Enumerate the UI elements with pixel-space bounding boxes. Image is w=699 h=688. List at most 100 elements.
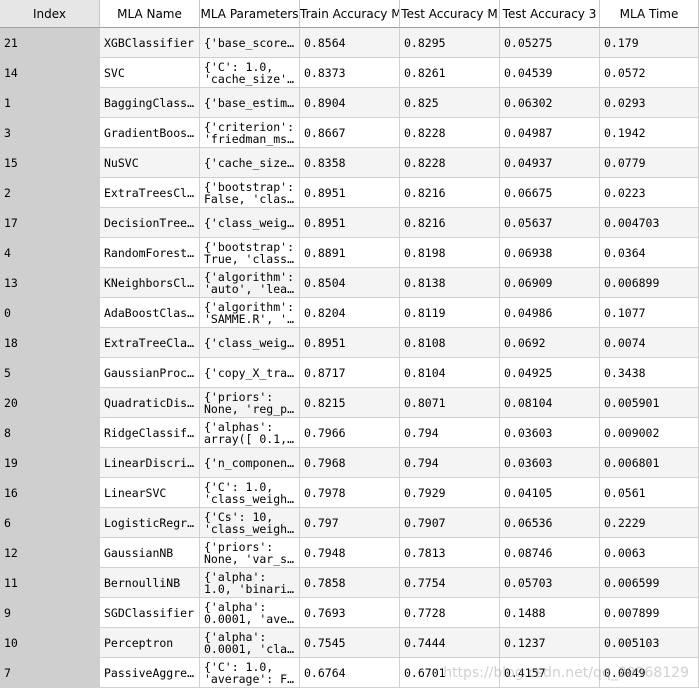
test-accuracy-cell[interactable]: 0.7907 (400, 508, 500, 538)
index-cell[interactable]: 16 (0, 478, 100, 508)
mla-parameters-cell[interactable]: {'C': 1.0,'class_weigh… (200, 478, 300, 508)
train-accuracy-cell[interactable]: 0.8667 (300, 118, 400, 148)
table-row[interactable]: 11 BernoulliNB {'alpha': 1.0, 'binari… 0.785… (0, 568, 699, 598)
table-row[interactable]: 20 QuadraticDis… {'priors': None, 'reg_p… 0.… (0, 388, 699, 418)
test-accuracy-3std-cell[interactable]: 0.4157 (500, 658, 600, 688)
test-accuracy-3std-cell[interactable]: 0.06909 (500, 268, 600, 298)
mla-name-cell[interactable]: AdaBoostClas… (100, 298, 200, 328)
test-accuracy-3std-cell[interactable]: 0.04987 (500, 118, 600, 148)
index-cell[interactable]: 5 (0, 358, 100, 388)
mla-parameters-cell[interactable]: {'criterion':'friedman_ms… (200, 118, 300, 148)
train-accuracy-cell[interactable]: 0.6764 (300, 658, 400, 688)
test-accuracy-3std-cell[interactable]: 0.04539 (500, 58, 600, 88)
mla-time-cell[interactable]: 0.0364 (600, 238, 699, 268)
index-cell[interactable]: 7 (0, 658, 100, 688)
test-accuracy-cell[interactable]: 0.8228 (400, 148, 500, 178)
train-accuracy-cell[interactable]: 0.7858 (300, 568, 400, 598)
mla-parameters-cell[interactable]: {'C': 1.0,'cache_size'… (200, 58, 300, 88)
train-accuracy-cell[interactable]: 0.797 (300, 508, 400, 538)
test-accuracy-cell[interactable]: 0.7929 (400, 478, 500, 508)
test-accuracy-3std-cell[interactable]: 0.04986 (500, 298, 600, 328)
test-accuracy-cell[interactable]: 0.7728 (400, 598, 500, 628)
test-accuracy-cell[interactable]: 0.8138 (400, 268, 500, 298)
train-accuracy-cell[interactable]: 0.7693 (300, 598, 400, 628)
test-accuracy-cell[interactable]: 0.8119 (400, 298, 500, 328)
mla-parameters-cell[interactable]: {'alpha': 0.0001, 'ave… (200, 598, 300, 628)
train-accuracy-cell[interactable]: 0.8358 (300, 148, 400, 178)
test-accuracy-cell[interactable]: 0.8108 (400, 328, 500, 358)
mla-name-cell[interactable]: SGDClassifier (100, 598, 200, 628)
mla-parameters-cell[interactable]: {'alphas': array([ 0.1,… (200, 418, 300, 448)
test-accuracy-3std-cell[interactable]: 0.05275 (500, 28, 600, 58)
test-accuracy-cell[interactable]: 0.8295 (400, 28, 500, 58)
mla-time-cell[interactable]: 0.006801 (600, 448, 699, 478)
train-accuracy-cell[interactable]: 0.8951 (300, 208, 400, 238)
mla-time-cell[interactable]: 0.2229 (600, 508, 699, 538)
mla-name-cell[interactable]: GradientBoos… (100, 118, 200, 148)
test-accuracy-cell[interactable]: 0.7444 (400, 628, 500, 658)
test-accuracy-3std-cell[interactable]: 0.05637 (500, 208, 600, 238)
mla-time-cell[interactable]: 0.0779 (600, 148, 699, 178)
train-accuracy-cell[interactable]: 0.8717 (300, 358, 400, 388)
index-cell[interactable]: 20 (0, 388, 100, 418)
test-accuracy-3std-cell[interactable]: 0.06536 (500, 508, 600, 538)
table-row[interactable]: 17 DecisionTree… {'class_weig… 0.8951 0.8216… (0, 208, 699, 238)
mla-parameters-cell[interactable]: {'algorithm':'auto', 'lea… (200, 268, 300, 298)
test-accuracy-3std-cell[interactable]: 0.04105 (500, 478, 600, 508)
header-mla-parameters[interactable]: MLA Parameters (200, 0, 300, 28)
test-accuracy-cell[interactable]: 0.8216 (400, 178, 500, 208)
mla-name-cell[interactable]: RandomForest… (100, 238, 200, 268)
train-accuracy-cell[interactable]: 0.8215 (300, 388, 400, 418)
train-accuracy-cell[interactable]: 0.8891 (300, 238, 400, 268)
train-accuracy-cell[interactable]: 0.8951 (300, 178, 400, 208)
table-row[interactable]: 9 SGDClassifier {'alpha': 0.0001, 'ave… 0.76… (0, 598, 699, 628)
header-train-accuracy[interactable]: Train Accuracy M (300, 0, 400, 28)
mla-name-cell[interactable]: PassiveAggre… (100, 658, 200, 688)
mla-parameters-cell[interactable]: {'algorithm': 'SAMME.R', '… (200, 298, 300, 328)
mla-name-cell[interactable]: LogisticRegr… (100, 508, 200, 538)
train-accuracy-cell[interactable]: 0.8564 (300, 28, 400, 58)
index-cell[interactable]: 15 (0, 148, 100, 178)
table-row[interactable]: 4 RandomForest… {'bootstrap': True, 'class…… (0, 238, 699, 268)
test-accuracy-3std-cell[interactable]: 0.08746 (500, 538, 600, 568)
table-row[interactable]: 12 GaussianNB {'priors': None, 'var_s… 0.794… (0, 538, 699, 568)
mla-parameters-cell[interactable]: {'bootstrap': True, 'class… (200, 238, 300, 268)
test-accuracy-3std-cell[interactable]: 0.04925 (500, 358, 600, 388)
mla-time-cell[interactable]: 0.004703 (600, 208, 699, 238)
test-accuracy-3std-cell[interactable]: 0.06675 (500, 178, 600, 208)
mla-time-cell[interactable]: 0.007899 (600, 598, 699, 628)
test-accuracy-3std-cell[interactable]: 0.06302 (500, 88, 600, 118)
table-row[interactable]: 13 KNeighborsCl… {'algorithm':'auto', 'lea… (0, 268, 699, 298)
test-accuracy-cell[interactable]: 0.794 (400, 418, 500, 448)
mla-name-cell[interactable]: ExtraTreesCl… (100, 178, 200, 208)
mla-parameters-cell[interactable]: {'alpha': 1.0, 'binari… (200, 568, 300, 598)
index-cell[interactable]: 13 (0, 268, 100, 298)
train-accuracy-cell[interactable]: 0.8504 (300, 268, 400, 298)
mla-name-cell[interactable]: KNeighborsCl… (100, 268, 200, 298)
mla-name-cell[interactable]: BaggingClass… (100, 88, 200, 118)
index-cell[interactable]: 21 (0, 28, 100, 58)
test-accuracy-cell[interactable]: 0.8216 (400, 208, 500, 238)
mla-name-cell[interactable]: QuadraticDis… (100, 388, 200, 418)
index-cell[interactable]: 18 (0, 328, 100, 358)
mla-parameters-cell[interactable]: {'bootstrap': False, 'clas… (200, 178, 300, 208)
mla-parameters-cell[interactable]: {'C': 1.0,'average': F… (200, 658, 300, 688)
mla-time-cell[interactable]: 0.0572 (600, 58, 699, 88)
mla-name-cell[interactable]: GaussianNB (100, 538, 200, 568)
mla-name-cell[interactable]: Perceptron (100, 628, 200, 658)
header-mla-name[interactable]: MLA Name (100, 0, 200, 28)
mla-time-cell[interactable]: 0.179 (600, 28, 699, 58)
test-accuracy-cell[interactable]: 0.8228 (400, 118, 500, 148)
table-row[interactable]: 16 LinearSVC {'C': 1.0,'class_weigh… 0.7978… (0, 478, 699, 508)
test-accuracy-3std-cell[interactable]: 0.03603 (500, 448, 600, 478)
mla-time-cell[interactable]: 0.006899 (600, 268, 699, 298)
mla-time-cell[interactable]: 0.1077 (600, 298, 699, 328)
mla-time-cell[interactable]: 0.006599 (600, 568, 699, 598)
test-accuracy-3std-cell[interactable]: 0.06938 (500, 238, 600, 268)
index-cell[interactable]: 9 (0, 598, 100, 628)
mla-time-cell[interactable]: 0.1942 (600, 118, 699, 148)
index-cell[interactable]: 17 (0, 208, 100, 238)
index-cell[interactable]: 0 (0, 298, 100, 328)
index-cell[interactable]: 6 (0, 508, 100, 538)
table-row[interactable]: 6 LogisticRegr… {'Cs': 10,'class_weigh… 0.7… (0, 508, 699, 538)
